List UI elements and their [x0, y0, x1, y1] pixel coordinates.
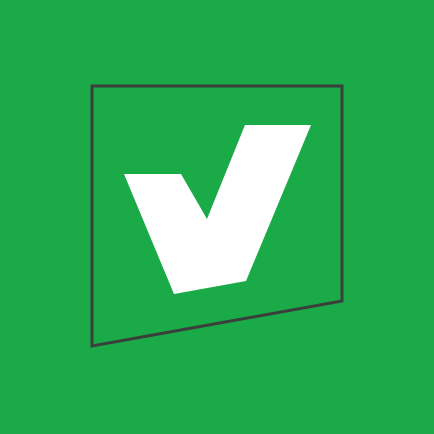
check-logo-icon	[0, 0, 434, 434]
app-icon	[0, 0, 434, 434]
